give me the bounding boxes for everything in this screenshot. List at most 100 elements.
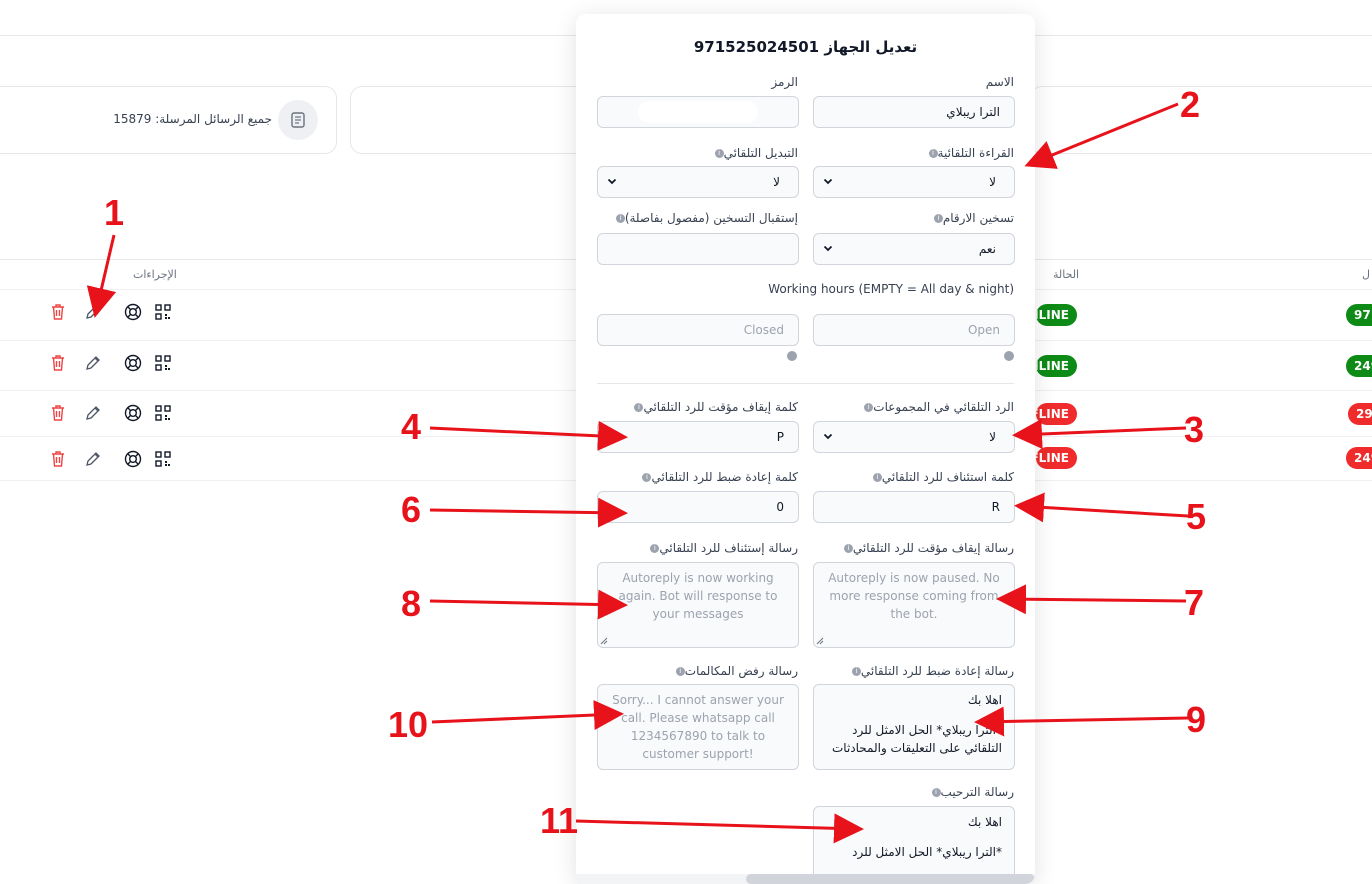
pause-word-field[interactable]: P — [597, 421, 799, 453]
lifebuoy-icon[interactable] — [123, 403, 143, 423]
name-field[interactable]: الترا ريبلاي — [813, 96, 1015, 128]
pause-msg-textarea[interactable]: Autoreply is now paused. No more respons… — [813, 562, 1015, 648]
section-divider — [597, 383, 1014, 384]
auto-switch-select[interactable]: لا — [597, 166, 799, 198]
qr-code-icon[interactable] — [153, 353, 173, 373]
info-icon: i — [714, 149, 724, 158]
warm-numbers-label: تسخين الارقامi — [931, 211, 1014, 225]
stat-card-2 — [350, 86, 612, 154]
info-icon: i — [931, 788, 941, 797]
auto-read-value: لا — [989, 175, 996, 189]
pencil-icon[interactable] — [83, 403, 103, 423]
working-hours-label: Working hours (EMPTY = All day & night) — [768, 282, 1014, 296]
total-sent-label: جميع الرسائل المرسلة: 15879 — [113, 112, 272, 126]
warm-receive-label: إستقبال التسخين (مفصول بفاصلة)i — [613, 211, 798, 225]
warm-numbers-value: نعم — [978, 242, 996, 256]
reject-calls-label: رسالة رفض المكالماتi — [673, 664, 798, 678]
annotation-number: 10 — [388, 704, 429, 745]
auto-read-label: القراءة التلقائيةi — [926, 146, 1014, 160]
status-badge: FLINE — [1036, 447, 1077, 469]
annotation-number: 7 — [1184, 582, 1205, 623]
reset-word-field[interactable]: 0 — [597, 491, 799, 523]
annotation-number: 11 — [540, 800, 579, 841]
token-field[interactable] — [597, 96, 799, 128]
edit-device-modal: تعديل الجهاز 971525024501 الاسم الترا ري… — [576, 14, 1035, 884]
group-reply-value: لا — [989, 430, 996, 444]
trash-icon[interactable] — [48, 302, 68, 322]
trash-icon[interactable] — [48, 449, 68, 469]
welcome-line: *الترا ريبلاي* الحل الامثل للرد — [852, 845, 1002, 859]
lifebuoy-icon[interactable] — [123, 353, 143, 373]
warm-receive-field[interactable] — [597, 233, 799, 265]
info-icon: i — [933, 214, 943, 223]
trash-icon[interactable] — [48, 403, 68, 423]
scrollbar-thumb[interactable] — [746, 874, 1035, 884]
group-reply-label: الرد التلقائي في المجموعاتi — [861, 400, 1014, 414]
trash-icon[interactable] — [48, 353, 68, 373]
annotation-arrow-3 — [1012, 419, 1187, 449]
annotation-arrow-5 — [1014, 492, 1189, 523]
annotation-number: 6 — [401, 489, 422, 530]
status-badge: NLINE — [1036, 304, 1077, 326]
info-icon: i — [843, 544, 853, 553]
annotation-number: 3 — [1184, 409, 1205, 450]
resume-msg-label: رسالة إستئناف للرد التلقائيi — [647, 541, 798, 555]
info-icon: i — [650, 544, 660, 553]
closed-time-field[interactable]: Closed — [597, 314, 799, 346]
resume-msg-placeholder: Autoreply is now working again. Bot will… — [618, 571, 778, 621]
warm-numbers-select[interactable]: نعم — [813, 233, 1015, 265]
reset-msg-line: *الترا ريبلاي* الحل الامثل للرد التلقائي… — [831, 723, 1002, 755]
welcome-line: اهلا بك — [967, 815, 1002, 829]
status-badge: NLINE — [1036, 355, 1077, 377]
pause-msg-label: رسالة إيقاف مؤقت للرد التلقائيi — [841, 541, 1014, 555]
annotation-number: 2 — [1180, 84, 1201, 125]
info-icon: i — [675, 667, 685, 676]
qr-code-icon[interactable] — [153, 403, 173, 423]
pencil-icon[interactable] — [83, 353, 103, 373]
status-badge: FLINE — [1036, 403, 1077, 425]
open-time-field[interactable]: Open — [813, 314, 1015, 346]
header-status: الحالة — [1053, 268, 1080, 281]
reset-msg-textarea[interactable]: اهلا بك *الترا ريبلاي* الحل الامثل للرد … — [813, 684, 1015, 770]
pencil-icon[interactable] — [83, 449, 103, 469]
pencil-icon[interactable] — [83, 302, 103, 322]
group-reply-select[interactable]: لا — [813, 421, 1015, 453]
info-icon: i — [864, 403, 874, 412]
reset-word-label: كلمة إعادة ضبط للرد التلقائيi — [639, 470, 798, 484]
qr-code-icon[interactable] — [153, 302, 173, 322]
chevron-down-icon — [823, 245, 833, 252]
chevron-down-icon — [823, 433, 833, 440]
welcome-textarea[interactable]: اهلا بك *الترا ريبلاي* الحل الامثل للرد — [813, 806, 1015, 884]
resume-msg-textarea[interactable]: Autoreply is now working again. Bot will… — [597, 562, 799, 648]
resize-grip-icon[interactable] — [816, 637, 824, 645]
device-number: 9715 — [1346, 304, 1372, 326]
info-icon — [787, 351, 797, 361]
auto-read-select[interactable]: لا — [813, 166, 1015, 198]
annotation-number: 5 — [1186, 496, 1207, 537]
qr-code-icon[interactable] — [153, 449, 173, 469]
resume-word-label: كلمة استئناف للرد التلقائيi — [870, 470, 1014, 484]
reset-msg-label: رسالة إعادة ضبط للرد التلقائيi — [849, 664, 1014, 678]
annotation-number: 9 — [1186, 699, 1207, 740]
device-number: 294 — [1348, 403, 1372, 425]
annotation-number: 4 — [401, 406, 422, 447]
info-icon: i — [615, 214, 625, 223]
lifebuoy-icon[interactable] — [123, 302, 143, 322]
resize-grip-icon[interactable] — [600, 637, 608, 645]
header-number: ل — [1362, 268, 1370, 281]
info-icon: i — [928, 149, 938, 158]
modal-title: تعديل الجهاز 971525024501 — [693, 38, 918, 56]
welcome-label: رسالة الترحيبi — [929, 785, 1014, 799]
reset-msg-line: اهلا بك — [967, 693, 1002, 707]
annotation-number: 1 — [104, 192, 125, 233]
token-redaction — [638, 101, 758, 123]
chevron-down-icon — [823, 178, 833, 185]
pause-msg-placeholder: Autoreply is now paused. No more respons… — [828, 571, 1000, 621]
lifebuoy-icon[interactable] — [123, 449, 143, 469]
resume-word-field[interactable]: R — [813, 491, 1015, 523]
annotation-number: 8 — [401, 583, 422, 624]
device-number: 2491 — [1346, 447, 1372, 469]
reject-calls-textarea[interactable]: Sorry... I cannot answer your call. Plea… — [597, 684, 799, 770]
device-number: 2491 — [1346, 355, 1372, 377]
name-label: الاسم — [985, 75, 1014, 89]
